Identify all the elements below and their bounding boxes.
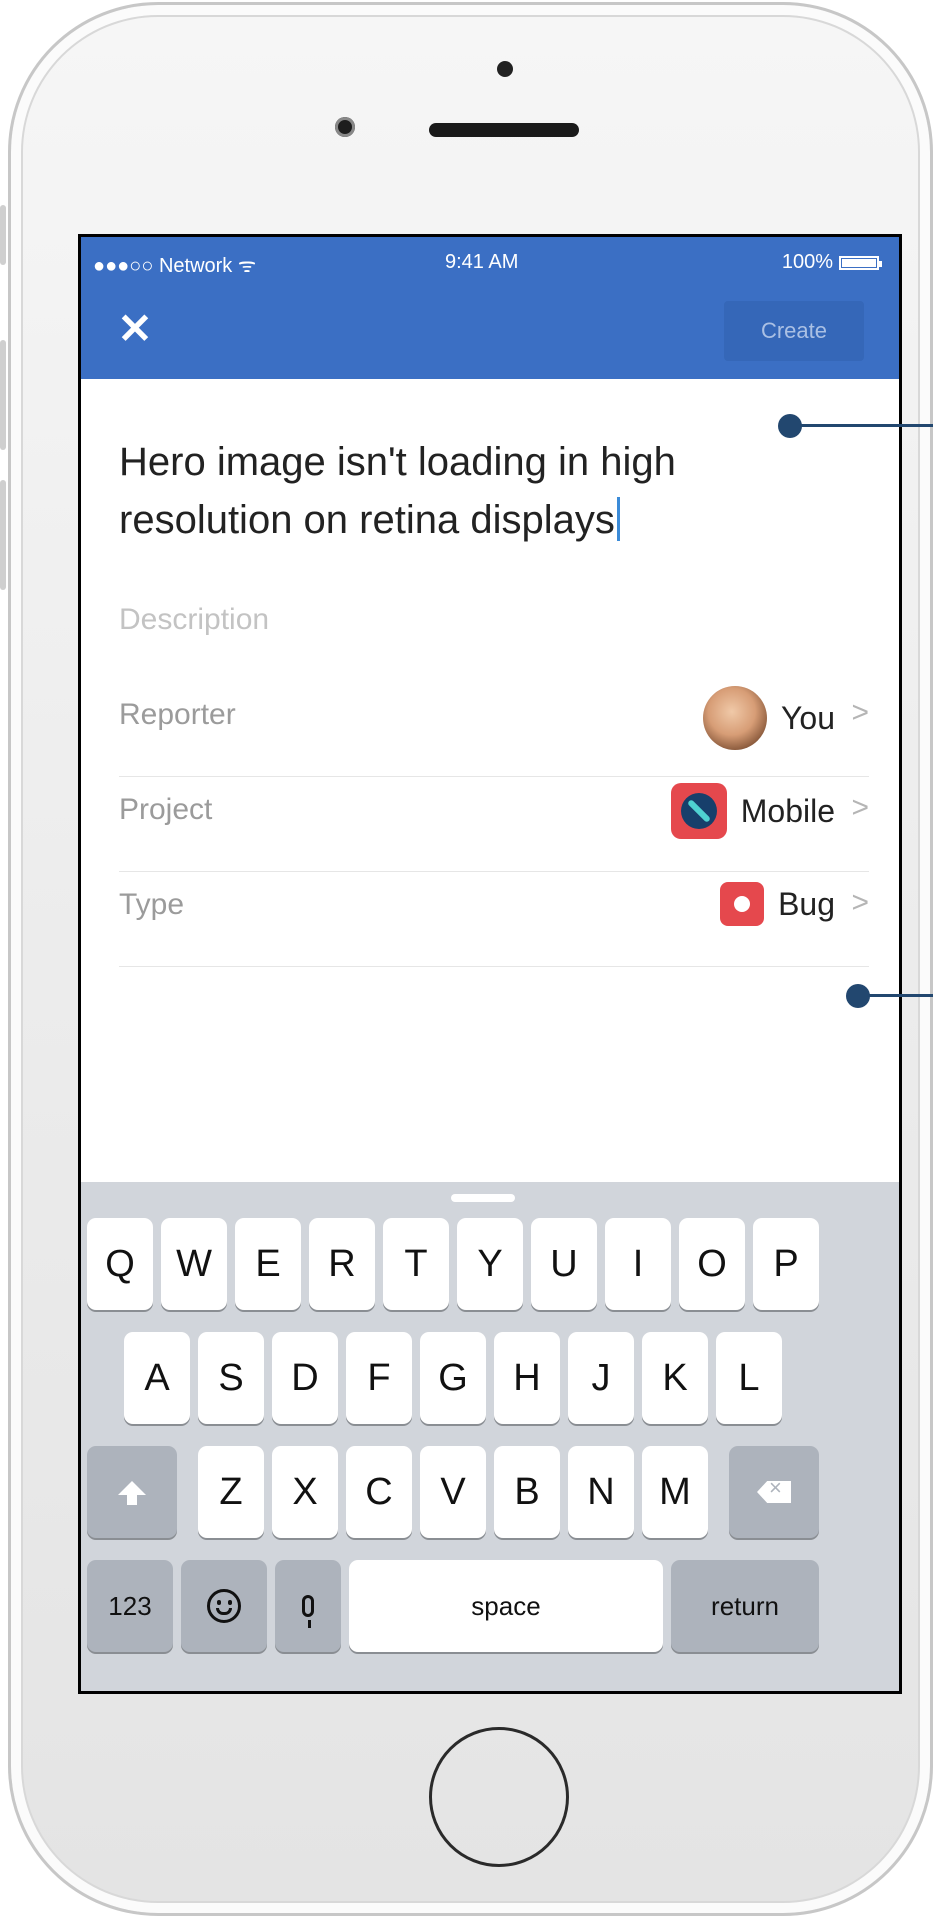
return-key[interactable]: return: [671, 1560, 819, 1652]
key-a[interactable]: A: [124, 1332, 190, 1424]
keyboard: Q W E R T Y U I O P A S D F G H J K L Z …: [81, 1182, 899, 1691]
key-h[interactable]: H: [494, 1332, 560, 1424]
create-button[interactable]: Create: [724, 301, 864, 361]
key-d[interactable]: D: [272, 1332, 338, 1424]
delete-key[interactable]: [729, 1446, 819, 1538]
battery-percent: 100%: [781, 251, 833, 273]
key-l[interactable]: L: [716, 1332, 782, 1424]
space-key[interactable]: space: [349, 1560, 663, 1652]
reporter-name: You: [781, 699, 835, 736]
type-name: Bug: [778, 885, 835, 922]
key-f[interactable]: F: [346, 1332, 412, 1424]
key-g[interactable]: G: [420, 1332, 486, 1424]
key-i[interactable]: I: [605, 1218, 671, 1310]
project-name: Mobile: [740, 792, 835, 829]
key-w[interactable]: W: [161, 1218, 227, 1310]
key-x[interactable]: X: [272, 1446, 338, 1538]
chevron-right-icon: >: [851, 696, 869, 729]
mute-switch: [0, 205, 6, 265]
battery-status: 100%: [781, 251, 882, 274]
nav-bar: ●●●○○ Network ᯤ 9:41 AM 100% ✕ Create: [81, 237, 899, 379]
shift-arrow-icon: [118, 1481, 146, 1505]
signal-indicator: ●●●○○ Network ᯤ: [93, 255, 257, 277]
key-b[interactable]: B: [494, 1446, 560, 1538]
project-icon: [670, 783, 727, 839]
key-q[interactable]: Q: [87, 1218, 153, 1310]
description-input[interactable]: Description: [119, 603, 269, 637]
chevron-right-icon: >: [851, 886, 869, 919]
status-time: 9:41 AM: [445, 251, 519, 273]
numbers-key[interactable]: 123: [87, 1560, 173, 1652]
phone-screen: ●●●○○ Network ᯤ 9:41 AM 100% ✕ Create He…: [78, 234, 902, 1694]
backspace-icon: [757, 1481, 791, 1503]
bug-icon: [720, 882, 765, 926]
earpiece-speaker: [429, 123, 579, 137]
type-row[interactable]: Type Bug >: [119, 852, 869, 967]
reporter-value: You: [703, 686, 835, 750]
issue-title-input[interactable]: Hero image isn't loading in high resolut…: [119, 433, 739, 549]
close-icon[interactable]: ✕: [111, 305, 159, 353]
status-bar: ●●●○○ Network ᯤ 9:41 AM 100%: [81, 251, 899, 279]
avatar: [703, 686, 767, 750]
battery-icon: [839, 255, 882, 270]
issue-title-text: Hero image isn't loading in high resolut…: [119, 440, 676, 542]
dictation-key[interactable]: [275, 1560, 341, 1652]
volume-down-button: [0, 480, 6, 590]
key-n[interactable]: N: [568, 1446, 634, 1538]
annotation-line-fields: [858, 994, 933, 997]
microphone-icon: [302, 1595, 314, 1628]
emoji-key[interactable]: [181, 1560, 267, 1652]
key-u[interactable]: U: [531, 1218, 597, 1310]
project-label: Project: [119, 793, 213, 826]
keyboard-grabber[interactable]: [451, 1194, 515, 1202]
key-j[interactable]: J: [568, 1332, 634, 1424]
chevron-right-icon: >: [851, 791, 869, 824]
type-label: Type: [119, 888, 185, 921]
reporter-label: Reporter: [119, 698, 236, 731]
key-k[interactable]: K: [642, 1332, 708, 1424]
volume-up-button: [0, 340, 6, 450]
key-c[interactable]: C: [346, 1446, 412, 1538]
shift-key[interactable]: [87, 1446, 177, 1538]
type-value: Bug: [720, 882, 835, 926]
key-o[interactable]: O: [679, 1218, 745, 1310]
key-z[interactable]: Z: [198, 1446, 264, 1538]
home-button[interactable]: [429, 1727, 569, 1867]
key-m[interactable]: M: [642, 1446, 708, 1538]
annotation-line-title: [790, 424, 933, 427]
key-e[interactable]: E: [235, 1218, 301, 1310]
key-p[interactable]: P: [753, 1218, 819, 1310]
key-t[interactable]: T: [383, 1218, 449, 1310]
key-v[interactable]: V: [420, 1446, 486, 1538]
front-camera: [335, 117, 355, 137]
proximity-sensor: [497, 61, 513, 77]
project-value: Mobile: [670, 783, 835, 839]
key-r[interactable]: R: [309, 1218, 375, 1310]
key-s[interactable]: S: [198, 1332, 264, 1424]
key-y[interactable]: Y: [457, 1218, 523, 1310]
text-cursor: [616, 497, 620, 541]
emoji-icon: [207, 1589, 241, 1623]
